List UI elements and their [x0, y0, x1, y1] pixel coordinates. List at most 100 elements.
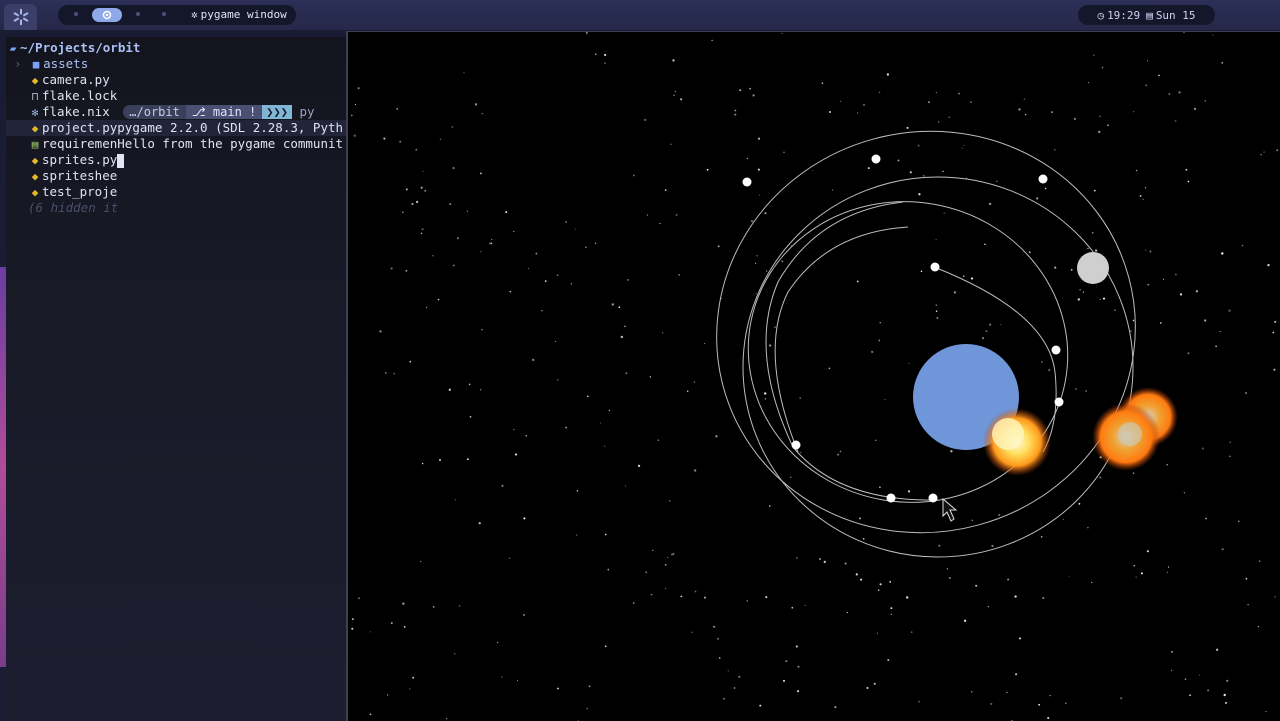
star: [927, 101, 931, 104]
file-name: spriteshee: [42, 168, 118, 183]
file-entry-test-project[interactable]: ◆ test_proje: [6, 184, 368, 200]
star: [862, 537, 865, 540]
star: [1204, 100, 1206, 102]
star: [1135, 576, 1137, 578]
star: [790, 476, 792, 478]
star: [509, 290, 512, 293]
star: [691, 631, 693, 634]
star: [535, 252, 538, 255]
star: [920, 270, 923, 273]
star: [1140, 572, 1143, 575]
star: [749, 87, 751, 90]
star: [554, 340, 556, 343]
star: [402, 602, 405, 605]
star: [1145, 84, 1148, 87]
file-entry-sprites[interactable]: ◆ sprites.py: [6, 152, 368, 168]
star: [1015, 673, 1018, 676]
star: [1221, 62, 1223, 64]
workspace-active-icon: [102, 10, 112, 20]
terminal-window[interactable]: ▰ ~/Projects/orbit › ■ assets ◆ camera.py ⊓…: [0, 37, 368, 720]
prompt-branch: main !: [212, 105, 257, 119]
star: [989, 323, 992, 326]
workspace-bar: ✲ pygame window: [58, 5, 296, 25]
star: [625, 372, 628, 375]
star: [1142, 198, 1144, 201]
file-entry-spritesheet[interactable]: ◆ spriteshee: [6, 168, 368, 184]
star: [1087, 247, 1089, 250]
star: [764, 212, 767, 215]
star: [837, 453, 839, 456]
star: [1215, 648, 1219, 651]
star: [1183, 492, 1186, 494]
workspace-4[interactable]: [162, 12, 166, 16]
star: [383, 137, 386, 140]
mouse-cursor-icon: [942, 497, 958, 522]
launcher-button[interactable]: [4, 4, 37, 30]
star: [415, 148, 418, 151]
star: [1132, 472, 1135, 474]
pygame-window[interactable]: [346, 31, 1280, 721]
star: [405, 188, 408, 191]
star: [420, 232, 423, 235]
workspace-1[interactable]: [74, 12, 78, 16]
star: [1070, 268, 1073, 271]
star: [828, 110, 832, 114]
star: [1185, 168, 1188, 171]
star: [704, 596, 706, 599]
star: [879, 486, 881, 489]
terminal-cursor: [117, 153, 125, 168]
star: [795, 556, 798, 559]
star: [438, 458, 442, 462]
star: [987, 605, 990, 608]
star: [988, 202, 992, 206]
star: [958, 92, 960, 95]
file-entry-requirements[interactable]: ▤ requiremenHello from the pygame communi…: [6, 136, 368, 152]
star: [704, 343, 706, 345]
star: [673, 94, 675, 97]
file-name: test_proje: [42, 184, 118, 199]
star: [935, 92, 937, 94]
file-entry-project[interactable]: ◆ project.pypygame 2.2.0 (SDL 2.28.3, Pyt…: [6, 120, 368, 136]
star: [769, 505, 771, 507]
star: [1163, 278, 1165, 280]
star: [420, 561, 422, 563]
clock-widget[interactable]: ◷ 19:29 ▤ Sun 15: [1078, 5, 1215, 25]
time-display: ◷ 19:29: [1097, 9, 1140, 22]
active-window-title: ✲ pygame window: [191, 8, 287, 21]
star: [981, 337, 985, 340]
clock-icon: ◷: [1097, 8, 1105, 22]
star: [1101, 66, 1104, 69]
file-entry-flake-lock[interactable]: ⊓ flake.lock: [6, 88, 368, 104]
star: [889, 581, 892, 583]
star: [1099, 115, 1101, 118]
star: [1204, 319, 1207, 322]
star: [1221, 252, 1224, 255]
star: [823, 560, 826, 564]
workspace-active[interactable]: [92, 8, 122, 22]
star: [351, 618, 354, 621]
star: [1107, 124, 1109, 126]
file-entry-camera[interactable]: ◆ camera.py: [6, 72, 368, 88]
text-file-icon: ▤: [31, 138, 39, 151]
star: [752, 94, 755, 97]
star: [1044, 187, 1047, 190]
star: [739, 89, 742, 92]
workspace-3[interactable]: [136, 12, 140, 16]
star: [1159, 322, 1162, 324]
star: [659, 222, 661, 225]
game-canvas[interactable]: [348, 32, 1280, 721]
star: [1025, 113, 1027, 116]
star: [832, 189, 834, 191]
file-entry-assets[interactable]: › ■ assets: [6, 56, 354, 72]
star: [405, 269, 408, 272]
star: [1014, 595, 1017, 598]
star: [969, 101, 972, 104]
star: [694, 590, 697, 593]
file-entry-flake-nix[interactable]: ✻ flake.nix …/orbit ⎇ main ! ❯❯❯ py: [6, 104, 368, 120]
prompt-arrows-icon: ❯❯❯: [262, 105, 292, 119]
star: [586, 395, 589, 398]
date-display: ▤ Sun 15: [1146, 9, 1195, 22]
star: [1276, 149, 1279, 152]
star: [1241, 244, 1244, 247]
star: [565, 426, 568, 429]
